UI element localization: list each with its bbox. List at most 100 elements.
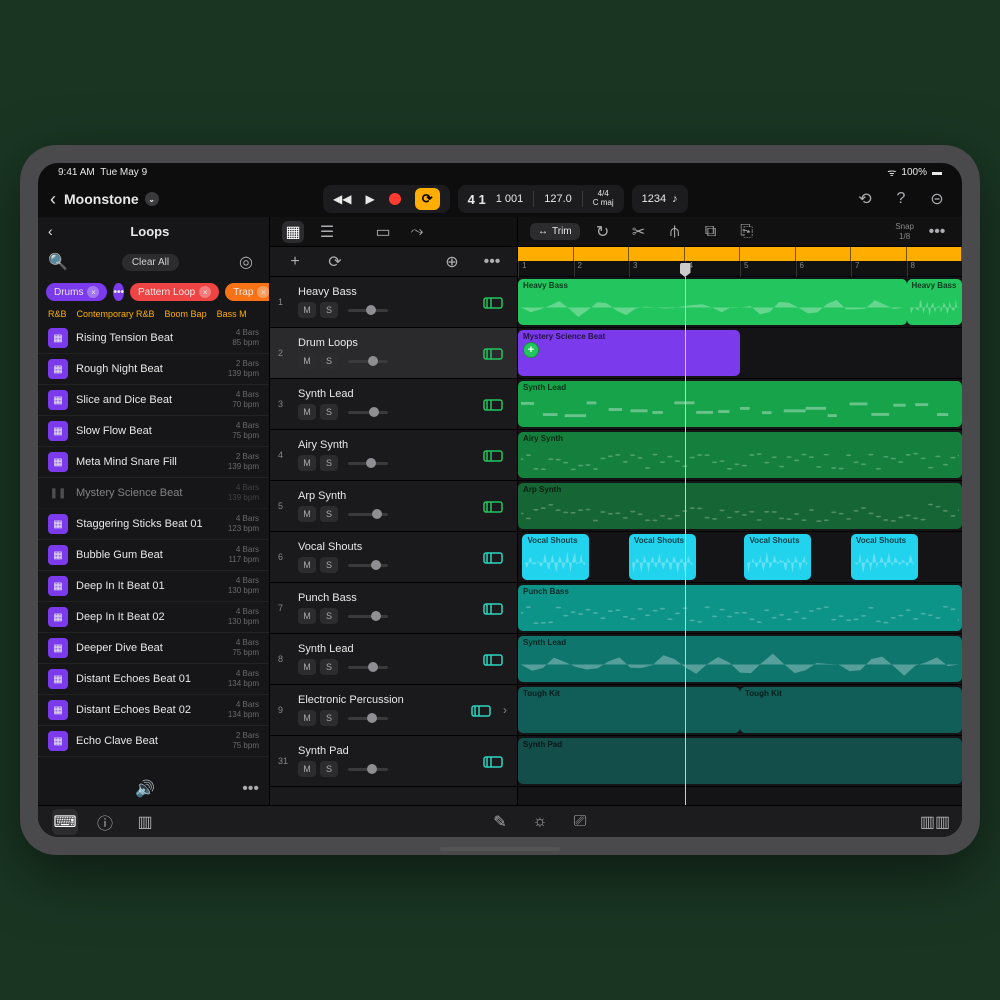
loop-item[interactable]: ▦ Staggering Sticks Beat 01 4 Bars123 bp…	[38, 509, 269, 540]
search-icon[interactable]: 🔍	[48, 252, 68, 272]
track-header[interactable]: 5 Arp Synth M S	[270, 481, 517, 532]
import-icon[interactable]: ⊕	[439, 249, 465, 275]
genre-chip[interactable]: R&B	[48, 309, 67, 319]
pill-more-icon[interactable]: •••	[113, 283, 124, 301]
region[interactable]: Mystery Science Beat+	[518, 330, 740, 376]
region-row[interactable]: Synth Lead	[518, 379, 962, 430]
loop-tool-icon[interactable]: ↻	[590, 219, 616, 245]
rewind-button[interactable]: ◀◀	[333, 192, 351, 206]
play-button[interactable]: ▶	[365, 192, 374, 206]
mute-button[interactable]: M	[298, 404, 316, 420]
playhead[interactable]	[685, 277, 686, 805]
mute-button[interactable]: M	[298, 761, 316, 777]
loops-back-icon[interactable]: ‹	[48, 223, 53, 239]
pencil-icon[interactable]: ✎	[487, 809, 513, 835]
loop-item[interactable]: ▦ Rising Tension Beat 4 Bars85 bpm	[38, 323, 269, 354]
chevron-right-icon[interactable]: ›	[503, 703, 507, 717]
solo-button[interactable]: S	[320, 659, 338, 675]
track-header[interactable]: 4 Airy Synth M S	[270, 430, 517, 481]
track-header[interactable]: 9 Electronic Percussion M S ›	[270, 685, 517, 736]
region[interactable]: Tough Kit	[740, 687, 962, 733]
track-header[interactable]: 2 Drum Loops M S	[270, 328, 517, 379]
loop-item[interactable]: ▦ Bubble Gum Beat 4 Bars117 bpm	[38, 540, 269, 571]
genre-chip[interactable]: Bass M	[217, 309, 247, 319]
mute-button[interactable]: M	[298, 353, 316, 369]
volume-slider[interactable]	[348, 360, 388, 363]
help-icon[interactable]: ?	[888, 186, 914, 212]
mute-button[interactable]: M	[298, 659, 316, 675]
solo-button[interactable]: S	[320, 608, 338, 624]
region[interactable]: Vocal Shouts	[744, 534, 811, 580]
volume-slider[interactable]	[348, 666, 388, 669]
region[interactable]: Airy Synth	[518, 432, 962, 478]
region[interactable]: Heavy Bass	[907, 279, 963, 325]
volume-slider[interactable]	[348, 309, 388, 312]
timeline-more-icon[interactable]: •••	[924, 219, 950, 245]
region[interactable]: Tough Kit	[518, 687, 740, 733]
track-header[interactable]: 1 Heavy Bass M S	[270, 277, 517, 328]
undo-icon[interactable]: ⟲	[852, 186, 878, 212]
region[interactable]: Vocal Shouts	[851, 534, 918, 580]
region-row[interactable]: Tough KitTough Kit	[518, 685, 962, 736]
loop-item[interactable]: ▦ Deep In It Beat 02 4 Bars130 bpm	[38, 602, 269, 633]
panels-icon[interactable]: ▥	[132, 809, 158, 835]
filter-pill[interactable]: Drums×	[46, 283, 107, 301]
region[interactable]: Punch Bass	[518, 585, 962, 631]
genre-chip[interactable]: Contemporary R&B	[77, 309, 155, 319]
region-row[interactable]: Airy Synth	[518, 430, 962, 481]
ruler[interactable]: 12345678	[518, 247, 962, 277]
loop-item[interactable]: ▦ Distant Echoes Beat 02 4 Bars134 bpm	[38, 695, 269, 726]
solo-button[interactable]: S	[320, 455, 338, 471]
loop-item[interactable]: ▦ Rough Night Beat 2 Bars139 bpm	[38, 354, 269, 385]
grid-view-icon[interactable]: ▦	[282, 221, 304, 243]
keyboard-icon[interactable]: ⌨	[52, 809, 78, 835]
mixer-view-icon[interactable]: ☰	[316, 221, 338, 243]
automation-icon[interactable]: ⤳	[406, 221, 428, 243]
solo-button[interactable]: S	[320, 761, 338, 777]
track-header[interactable]: 6 Vocal Shouts M S	[270, 532, 517, 583]
brightness-icon[interactable]: ☼	[527, 809, 553, 835]
volume-slider[interactable]	[348, 564, 388, 567]
volume-slider[interactable]	[348, 462, 388, 465]
regions[interactable]: Heavy BassHeavy BassMystery Science Beat…	[518, 277, 962, 805]
mute-button[interactable]: M	[298, 608, 316, 624]
volume-slider[interactable]	[348, 717, 388, 720]
genre-chip[interactable]: Boom Bap	[165, 309, 207, 319]
scissors-icon[interactable]: ✂	[626, 219, 652, 245]
copy-icon[interactable]: ⧉	[698, 219, 724, 245]
mute-button[interactable]: M	[298, 302, 316, 318]
snap-display[interactable]: Snap1/8	[895, 222, 914, 241]
region-icon[interactable]: ▭	[372, 221, 394, 243]
region-row[interactable]: Arp Synth	[518, 481, 962, 532]
track-header[interactable]: 7 Punch Bass M S	[270, 583, 517, 634]
loop-item[interactable]: ❚❚ Mystery Science Beat 4 Bars139 bpm	[38, 478, 269, 509]
region-row[interactable]: Synth Lead	[518, 634, 962, 685]
solo-button[interactable]: S	[320, 557, 338, 573]
join-icon[interactable]: ⫛	[662, 219, 688, 245]
region[interactable]: Arp Synth	[518, 483, 962, 529]
filter-pill[interactable]: Trap×	[225, 283, 269, 301]
region[interactable]: Vocal Shouts	[522, 534, 589, 580]
solo-button[interactable]: S	[320, 353, 338, 369]
loop-item[interactable]: ▦ Distant Echoes Beat 01 4 Bars134 bpm	[38, 664, 269, 695]
loop-browser-icon[interactable]: ◎	[233, 249, 259, 275]
region-row[interactable]: Synth Pad	[518, 736, 962, 787]
solo-button[interactable]: S	[320, 710, 338, 726]
loop-item[interactable]: ▦ Slice and Dice Beat 4 Bars70 bpm	[38, 385, 269, 416]
song-dropdown-icon[interactable]: ⌄	[145, 192, 159, 206]
solo-button[interactable]: S	[320, 302, 338, 318]
volume-icon[interactable]: 🔊	[48, 779, 242, 799]
region-row[interactable]: Vocal ShoutsVocal ShoutsVocal ShoutsVoca…	[518, 532, 962, 583]
back-chevron-icon[interactable]: ‹	[50, 189, 56, 210]
close-icon[interactable]: ×	[87, 286, 99, 298]
track-header[interactable]: 3 Synth Lead M S	[270, 379, 517, 430]
close-icon[interactable]: ×	[257, 286, 269, 298]
volume-slider[interactable]	[348, 513, 388, 516]
region-row[interactable]: Punch Bass	[518, 583, 962, 634]
trim-tool[interactable]: ↔ Trim	[530, 223, 580, 240]
lcd-display[interactable]: 4 1 1 001 127.0 4/4C maj	[458, 185, 624, 213]
filter-pill[interactable]: Pattern Loop×	[130, 283, 219, 301]
paste-icon[interactable]: ⎘	[734, 219, 760, 245]
solo-button[interactable]: S	[320, 404, 338, 420]
track-header[interactable]: 8 Synth Lead M S	[270, 634, 517, 685]
